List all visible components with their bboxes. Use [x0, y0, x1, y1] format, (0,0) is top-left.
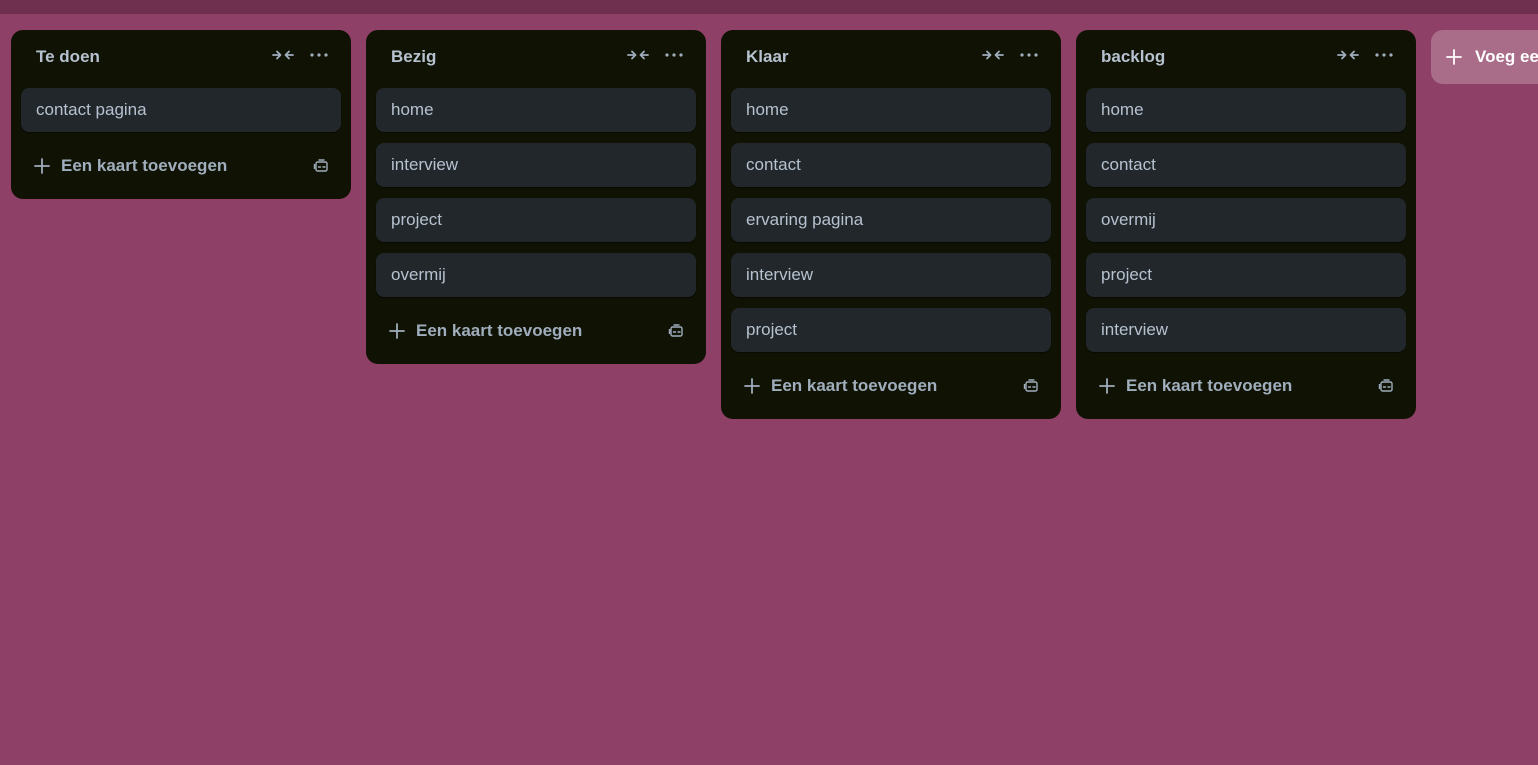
board: Te doen contact pagina Een kaart toevoegen… — [11, 30, 1538, 419]
add-card-label: Een kaart toevoegen — [771, 376, 938, 395]
list-header: Klaar — [731, 30, 1051, 88]
more-dots-icon[interactable] — [1366, 39, 1402, 71]
card-list: home contact overmij project interview — [1086, 88, 1406, 352]
list-header: Bezig — [376, 30, 696, 88]
add-card-button[interactable]: Een kaart toevoegen — [1086, 363, 1406, 409]
card[interactable]: interview — [1086, 308, 1406, 352]
list-header: backlog — [1086, 30, 1406, 88]
card[interactable]: home — [1086, 88, 1406, 132]
add-card-button[interactable]: Een kaart toevoegen — [731, 363, 1051, 409]
card[interactable]: project — [376, 198, 696, 242]
list-title[interactable]: Te doen — [36, 47, 265, 67]
card[interactable]: overmij — [376, 253, 696, 297]
card[interactable]: interview — [731, 253, 1051, 297]
add-card-label: Een kaart toevoegen — [61, 156, 228, 175]
list-title[interactable]: Klaar — [746, 47, 975, 67]
card-list: contact pagina — [21, 88, 341, 132]
list-title[interactable]: backlog — [1101, 47, 1330, 67]
collapse-arrows-icon[interactable] — [1330, 39, 1366, 71]
list-title[interactable]: Bezig — [391, 47, 620, 67]
card-template-icon[interactable] — [311, 156, 331, 176]
plus-icon — [1445, 48, 1463, 66]
more-dots-icon[interactable] — [656, 39, 692, 71]
add-card-label: Een kaart toevoegen — [416, 321, 583, 340]
add-card-button[interactable]: Een kaart toevoegen — [376, 308, 696, 354]
list: Bezig home interview project overmij Een kaar… — [366, 30, 706, 364]
card[interactable]: ervaring pagina — [731, 198, 1051, 242]
card[interactable]: project — [731, 308, 1051, 352]
card[interactable]: project — [1086, 253, 1406, 297]
card-list: home contact ervaring pagina interview proje… — [731, 88, 1051, 352]
card-template-icon[interactable] — [1021, 376, 1041, 396]
card[interactable]: contact pagina — [21, 88, 341, 132]
add-card-button[interactable]: Een kaart toevoegen — [21, 143, 341, 189]
list: Te doen contact pagina Een kaart toevoegen — [11, 30, 351, 199]
more-dots-icon[interactable] — [1011, 39, 1047, 71]
card[interactable]: interview — [376, 143, 696, 187]
card-list: home interview project overmij — [376, 88, 696, 297]
add-list-label: Voeg ee — [1475, 47, 1538, 66]
collapse-arrows-icon[interactable] — [265, 39, 301, 71]
card[interactable]: home — [376, 88, 696, 132]
add-card-label: Een kaart toevoegen — [1126, 376, 1293, 395]
card[interactable]: contact — [1086, 143, 1406, 187]
collapse-arrows-icon[interactable] — [620, 39, 656, 71]
collapse-arrows-icon[interactable] — [975, 39, 1011, 71]
plus-icon — [388, 322, 406, 340]
add-list-button[interactable]: Voeg ee — [1431, 30, 1538, 84]
card[interactable]: home — [731, 88, 1051, 132]
card[interactable]: contact — [731, 143, 1051, 187]
plus-icon — [33, 157, 51, 175]
plus-icon — [1098, 377, 1116, 395]
top-bar — [0, 0, 1538, 14]
list: Klaar home contact ervaring pagina interview… — [721, 30, 1061, 419]
card-template-icon[interactable] — [1376, 376, 1396, 396]
list: backlog home contact overmij project intervie… — [1076, 30, 1416, 419]
more-dots-icon[interactable] — [301, 39, 337, 71]
card-template-icon[interactable] — [666, 321, 686, 341]
list-header: Te doen — [21, 30, 341, 88]
card[interactable]: overmij — [1086, 198, 1406, 242]
plus-icon — [743, 377, 761, 395]
